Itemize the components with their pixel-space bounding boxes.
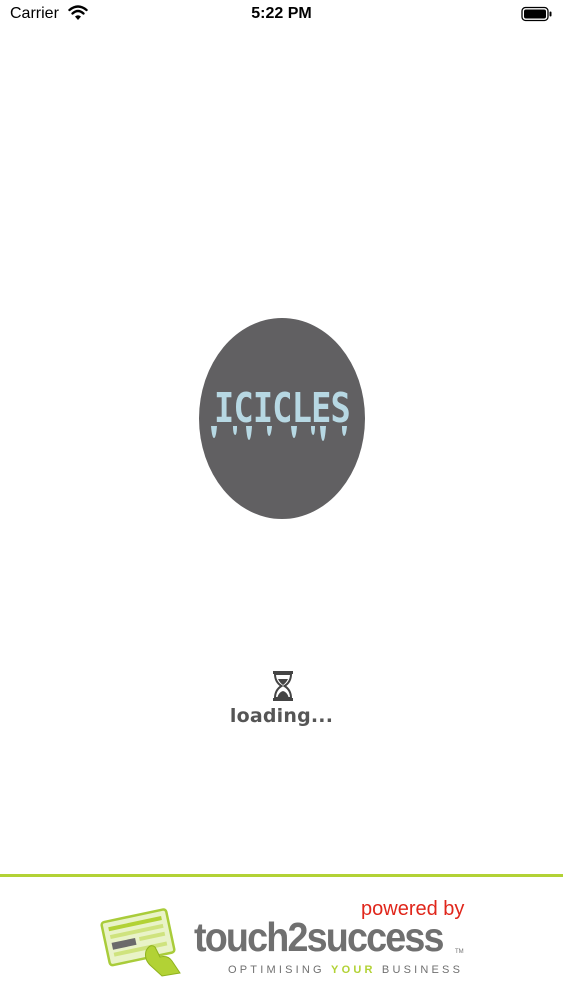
logo-text: ICICLES: [214, 384, 351, 432]
touch2success-logo-icon: [100, 908, 181, 977]
status-time: 5:22 PM: [251, 5, 312, 22]
hourglass-icon: [273, 671, 293, 701]
loading-label: loading...: [229, 705, 334, 727]
app-logo: ICICLES: [199, 318, 365, 519]
tagline-end: BUSINESS: [381, 964, 464, 976]
trademark-label: TM: [455, 949, 464, 955]
tagline-start: OPTIMISING: [228, 964, 325, 976]
status-bar: Carrier 5:22 PM: [0, 0, 563, 30]
battery-icon: [521, 6, 552, 22]
footer: powered by touch2success TM OPTIMISING Y…: [0, 877, 563, 1000]
tagline: OPTIMISING YOUR BUSINESS: [228, 964, 463, 976]
tagline-accent: YOUR: [331, 964, 376, 976]
brand-name: touch2success: [194, 914, 444, 960]
